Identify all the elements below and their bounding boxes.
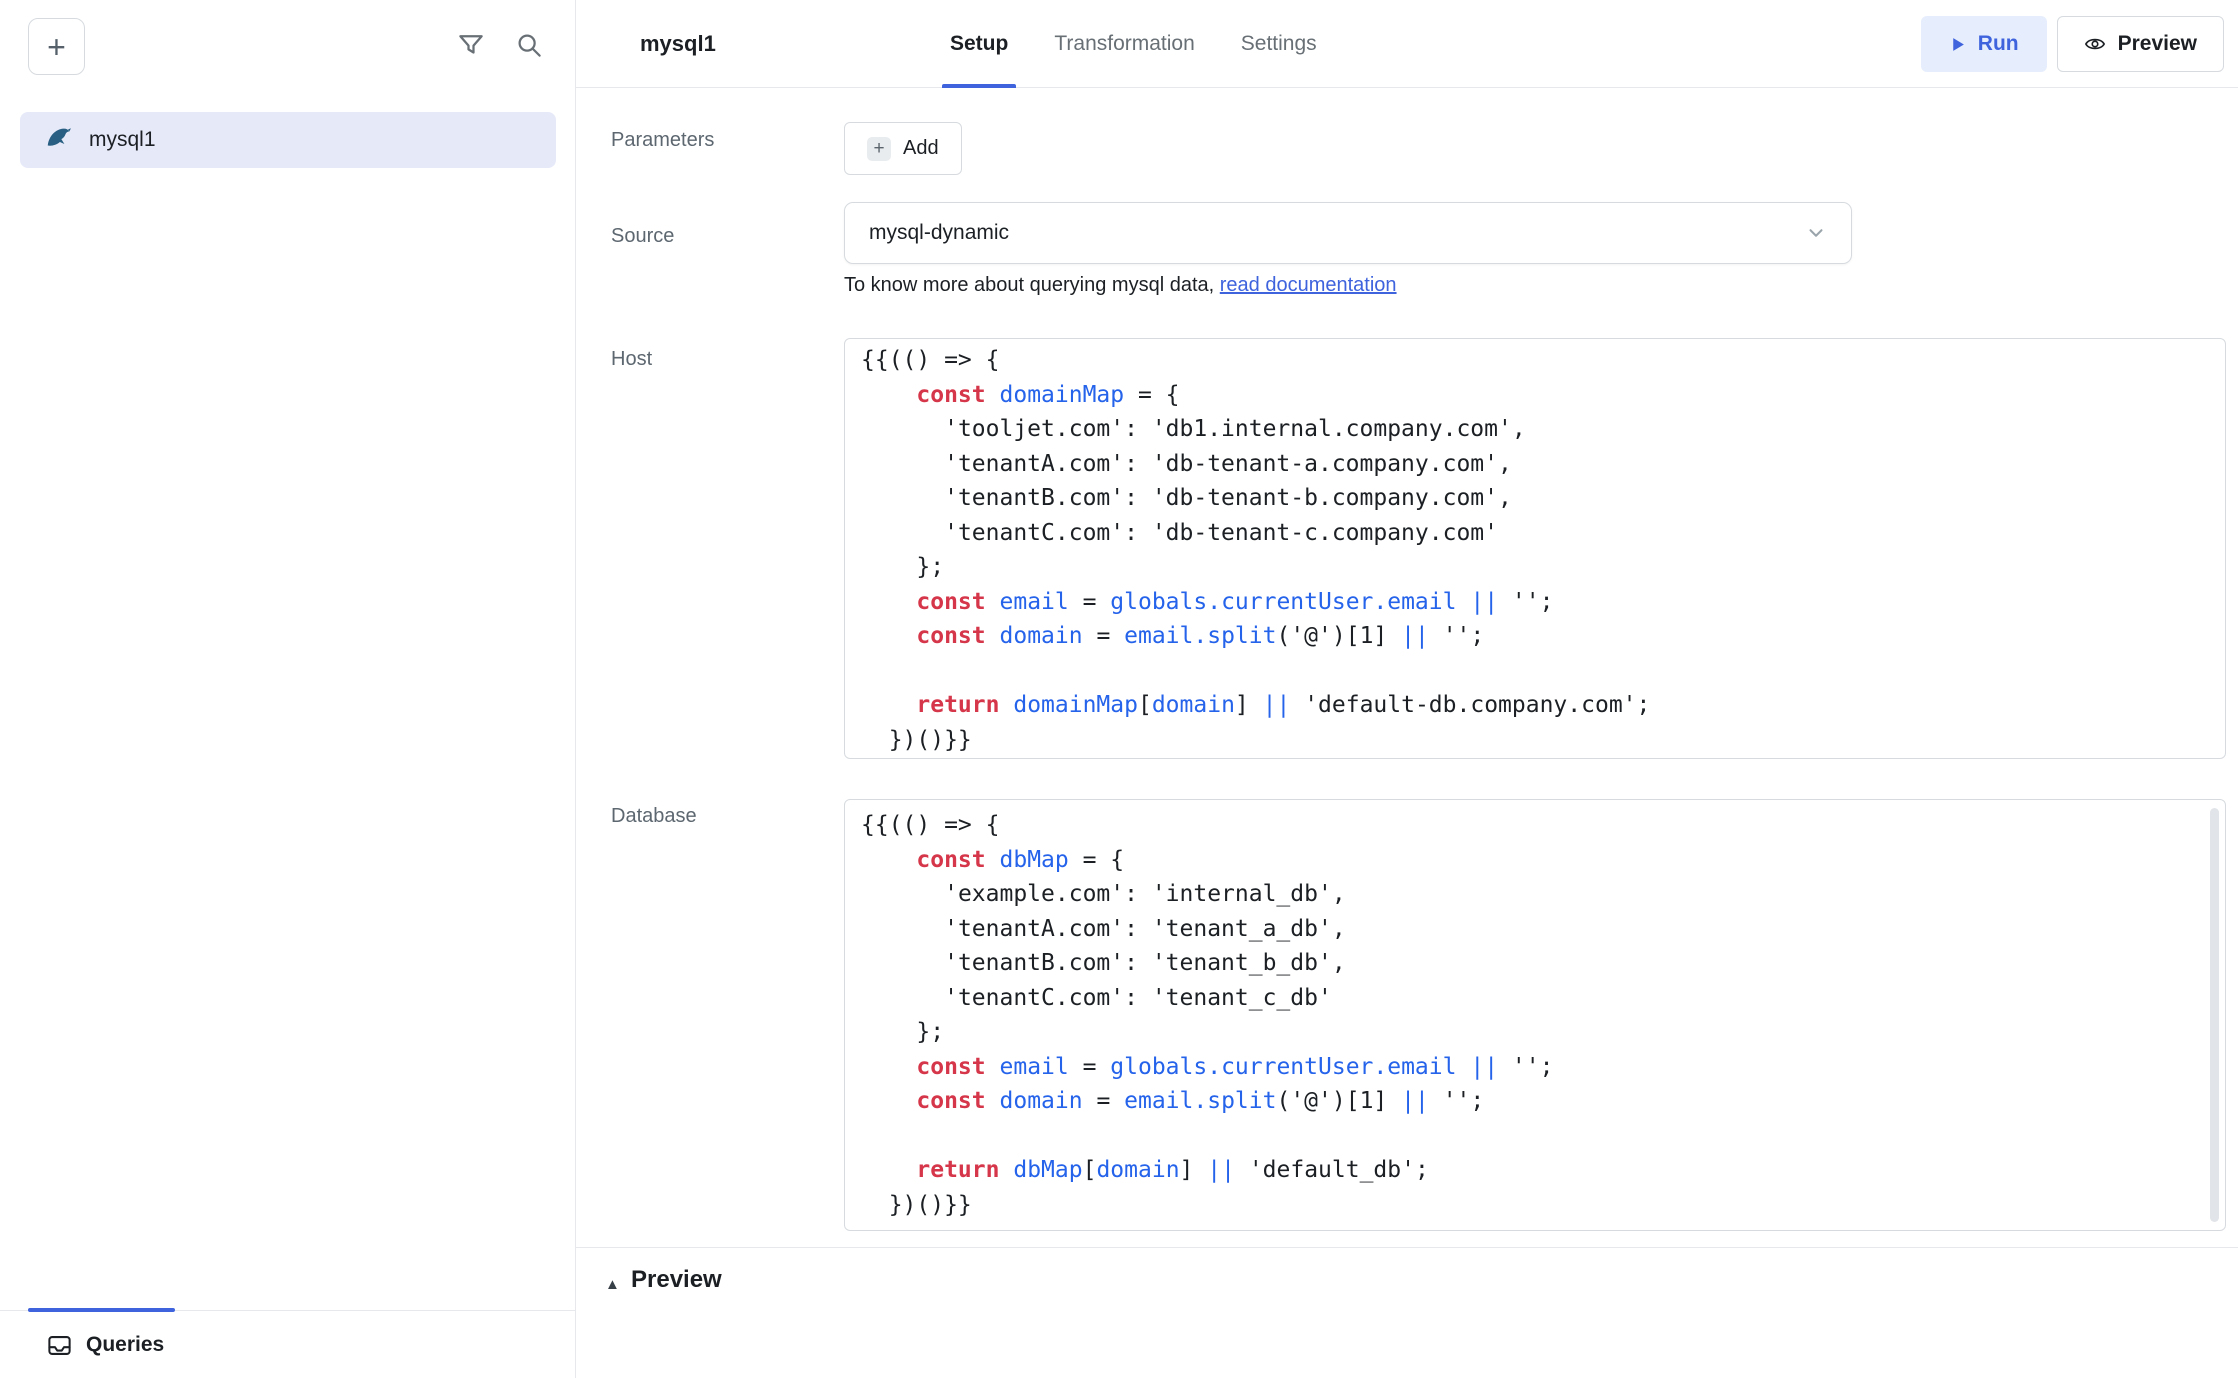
tab-transformation[interactable]: Transformation [1054,0,1194,88]
code-line: })()}} [861,1188,2209,1223]
preview-button-label: Preview [2118,32,2197,56]
mysql-icon [44,123,74,158]
eye-icon [2084,33,2106,55]
plus-icon: + [867,137,891,161]
read-documentation-link[interactable]: read documentation [1220,274,1397,296]
add-query-button[interactable]: + [28,18,85,75]
database-label: Database [611,805,697,828]
tab-settings-label: Settings [1241,32,1317,56]
query-sidebar: + mysql1 [0,0,576,1378]
code-line: 'tenantC.com': 'tenant_c_db' [861,981,2209,1016]
code-line: }; [861,550,2209,585]
play-icon [1949,36,1966,53]
tab-setup-label: Setup [950,32,1008,56]
code-line: 'tenantB.com': 'db-tenant-b.company.com'… [861,481,2209,516]
tab-transformation-label: Transformation [1054,32,1194,56]
chevron-down-icon [1805,222,1827,244]
scrollbar-thumb[interactable] [2210,808,2219,1222]
database-code-editor[interactable]: {{(() => { const dbMap = { 'example.com'… [844,799,2226,1231]
code-line: 'tenantA.com': 'tenant_a_db', [861,912,2209,947]
tab-settings[interactable]: Settings [1241,0,1317,88]
run-button[interactable]: Run [1921,16,2047,72]
source-label: Source [611,225,674,248]
source-helper-prefix: To know more about querying mysql data, [844,274,1220,296]
query-list-item-mysql1[interactable]: mysql1 [20,112,556,168]
run-button-label: Run [1978,32,2019,56]
code-line: 'tenantA.com': 'db-tenant-a.company.com'… [861,447,2209,482]
code-line: {{(() => { [861,808,2209,843]
code-line: }; [861,1015,2209,1050]
tab-setup[interactable]: Setup [950,0,1008,88]
code-line: return dbMap[domain] || 'default_db'; [861,1153,2209,1188]
code-line: const email = globals.currentUser.email … [861,1050,2209,1085]
bottom-panel: Queries [0,1310,575,1378]
add-parameter-label: Add [903,137,939,160]
code-line: const domain = email.split('@')[1] || ''… [861,619,2209,654]
code-line: const domainMap = { [861,378,2209,413]
add-parameter-button[interactable]: + Add [844,122,962,175]
filter-icon[interactable] [454,28,488,62]
source-select-value: mysql-dynamic [869,221,1009,245]
queries-tab[interactable]: Queries [46,1311,164,1378]
code-line: 'tenantC.com': 'db-tenant-c.company.com' [861,516,2209,551]
code-line [861,654,2209,689]
code-line: 'tenantB.com': 'tenant_b_db', [861,946,2209,981]
source-select[interactable]: mysql-dynamic [844,202,1852,264]
editor-tabs: Setup Transformation Settings [950,0,1317,88]
caret-up-icon: ▲ [605,1276,620,1293]
code-line: 'example.com': 'internal_db', [861,877,2209,912]
source-helper-text: To know more about querying mysql data, … [844,274,1397,297]
app-window: + mysql1 [0,0,2238,1378]
host-label: Host [611,348,652,371]
queries-tab-label: Queries [86,1333,164,1357]
search-icon[interactable] [512,28,546,62]
query-editor: mysql1 Setup Transformation Settings Ru [576,0,2238,1378]
query-title: mysql1 [640,0,716,88]
preview-panel-label: Preview [631,1266,722,1294]
code-line: const dbMap = { [861,843,2209,878]
code-line: {{(() => { [861,343,2209,378]
header-actions: Run Preview [1921,16,2224,72]
preview-button[interactable]: Preview [2057,16,2224,72]
code-line: })()}} [861,723,2209,758]
preview-panel-header[interactable]: ▲ Preview [576,1247,2238,1378]
parameters-label: Parameters [611,129,714,152]
query-item-label: mysql1 [89,128,156,152]
code-line: 'tooljet.com': 'db1.internal.company.com… [861,412,2209,447]
host-code-editor[interactable]: {{(() => { const domainMap = { 'tooljet.… [844,338,2226,759]
code-line: const domain = email.split('@')[1] || ''… [861,1084,2209,1119]
queries-icon [46,1332,73,1359]
code-line: return domainMap[domain] || 'default-db.… [861,688,2209,723]
query-editor-header: mysql1 Setup Transformation Settings Ru [576,0,2238,88]
code-line [861,1119,2209,1154]
code-line: const email = globals.currentUser.email … [861,585,2209,620]
